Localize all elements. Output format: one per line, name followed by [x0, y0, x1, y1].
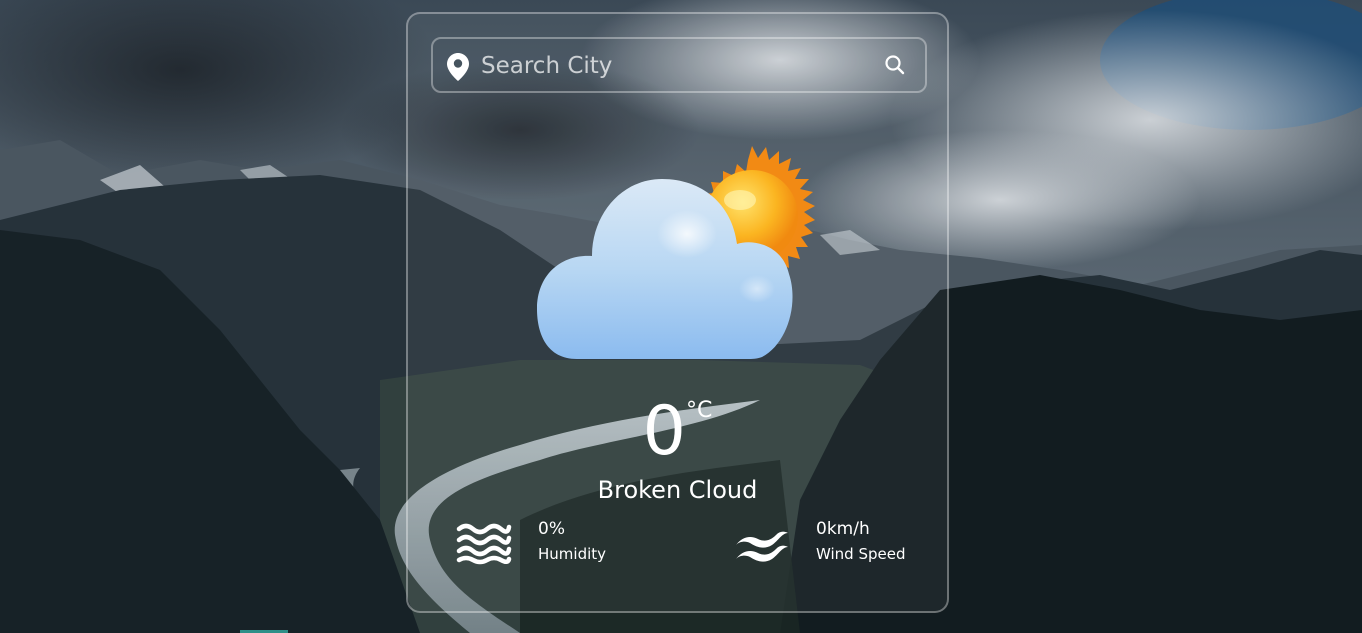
wind-speed-label: Wind Speed	[816, 545, 906, 563]
map-pin-icon	[447, 53, 469, 81]
wind-speed-value: 0km/h	[816, 519, 870, 539]
humidity-value: 0%	[538, 519, 565, 539]
weather-condition: Broken Cloud	[597, 476, 758, 504]
temperature-unit: °C	[685, 398, 713, 423]
search-button[interactable]	[883, 53, 907, 77]
temperature-value: 0	[642, 392, 686, 471]
cloud-sun-icon	[537, 144, 827, 364]
search-bar	[431, 37, 927, 93]
search-input[interactable]	[479, 47, 873, 85]
humidity-label: Humidity	[538, 545, 607, 563]
search-icon	[885, 55, 905, 75]
weather-card: 0°C Broken Cloud 0% Humidity	[406, 12, 949, 613]
waves-icon	[456, 523, 512, 565]
wind-icon	[734, 523, 790, 565]
temperature-display: 0°C	[408, 392, 947, 472]
